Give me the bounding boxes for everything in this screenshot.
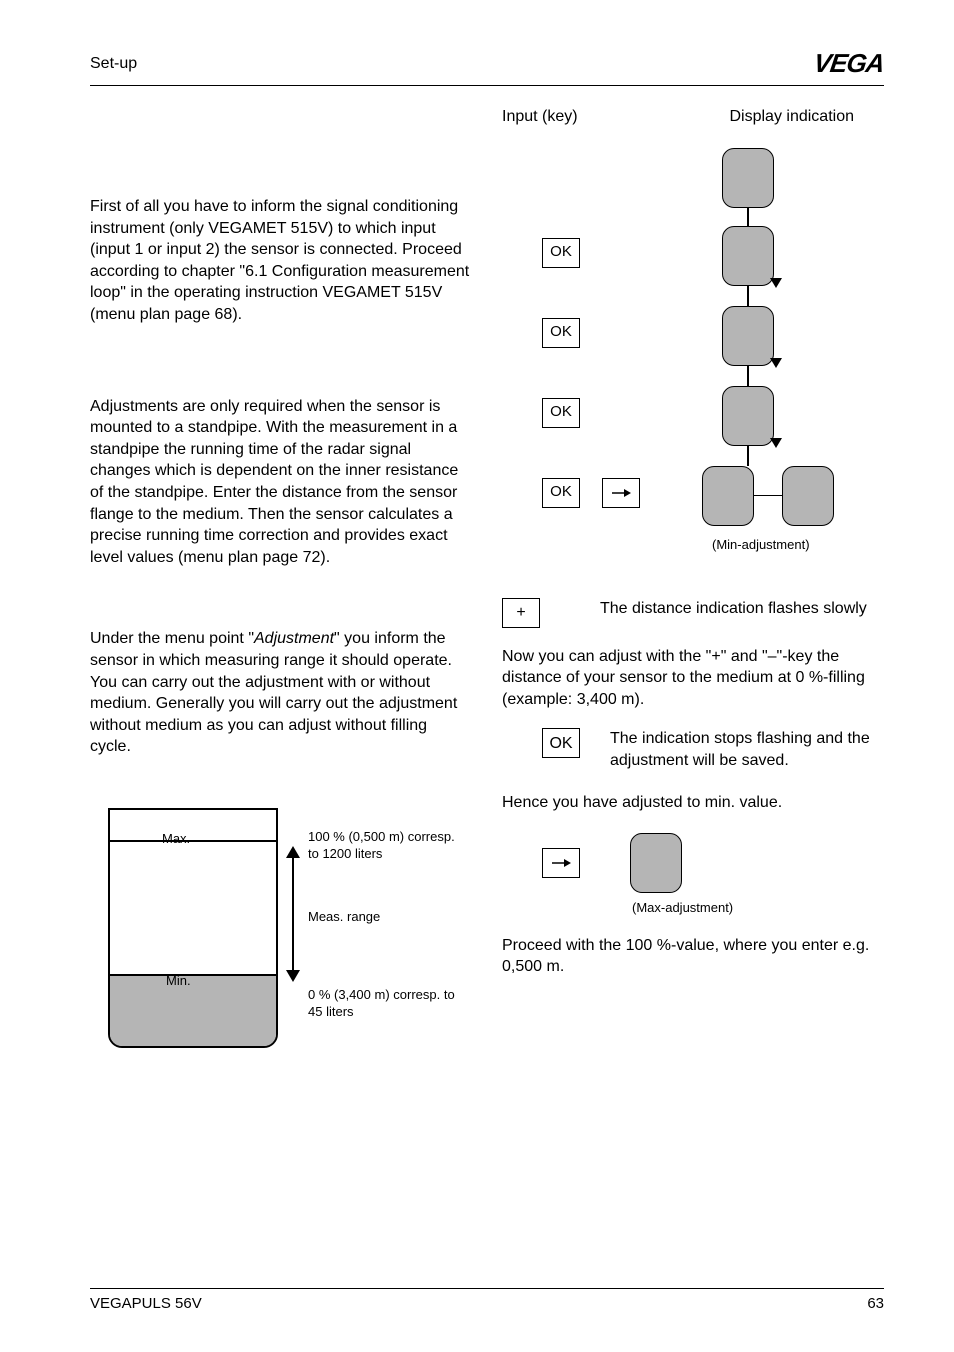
ok-key-4: OK xyxy=(542,478,580,508)
tank-fill xyxy=(110,976,276,1046)
down-arrow-icon-2 xyxy=(770,358,782,368)
left-column: First of all you have to inform the sign… xyxy=(90,106,472,1078)
ok-key-2: OK xyxy=(542,318,580,348)
down-arrow-icon-3 xyxy=(770,438,782,448)
display-box-3 xyxy=(722,306,774,366)
arrow-up-icon xyxy=(286,846,300,858)
tank-max-text: 100 % (0,500 m) corresp. to 1200 liters xyxy=(308,828,458,863)
meas-range-label: Meas. range xyxy=(308,908,380,926)
tank-max-label: Max. xyxy=(162,830,190,848)
plus-key: + xyxy=(502,598,540,628)
ok-key-save: OK xyxy=(542,728,580,758)
key-display-diagram: OK OK OK OK xyxy=(502,148,884,588)
tank-outline xyxy=(108,808,278,1048)
plus-key-row: + The distance indication flashes slowly xyxy=(502,598,884,628)
down-arrow-icon-1 xyxy=(770,278,782,288)
ok-key-1: OK xyxy=(542,238,580,268)
ok-save-text: The indication stops flashing and the ad… xyxy=(610,728,884,771)
standpipe-paragraph: Adjustments are only required when the s… xyxy=(90,396,472,569)
adjust-distance-paragraph: Now you can adjust with the "+" and "–"-… xyxy=(502,646,884,711)
tank-min-line xyxy=(110,974,276,976)
tank-diagram: Max. Min. 100 % (0,500 m) corresp. to 12… xyxy=(90,798,450,1078)
display-box-4 xyxy=(722,386,774,446)
tank-min-text: 0 % (3,400 m) corresp. to 45 liters xyxy=(308,986,458,1021)
arrow-right-key xyxy=(602,478,640,508)
footer-page: 63 xyxy=(867,1295,884,1312)
page-header: Set-up VEGA xyxy=(90,48,884,86)
tank-max-line xyxy=(110,840,276,842)
footer-doc: VEGAPULS 56V xyxy=(90,1295,202,1312)
min-adjustment-label: (Min-adjustment) xyxy=(712,536,810,554)
section-title: Set-up xyxy=(90,55,137,73)
vega-logo: VEGA xyxy=(812,48,886,79)
max-adjustment-label: (Max-adjustment) xyxy=(632,899,884,917)
display-box-2 xyxy=(722,226,774,286)
min-adjusted-paragraph: Hence you have adjusted to min. value. xyxy=(502,792,884,814)
right-column: Input (key) Display indication OK OK OK … xyxy=(502,106,884,1078)
intro-paragraph: First of all you have to inform the sign… xyxy=(90,196,472,326)
input-key-label: Input (key) xyxy=(502,106,578,128)
meas-range-arrow xyxy=(292,856,294,974)
display-box-1 xyxy=(722,148,774,208)
adjustment-paragraph: Under the menu point "Adjustment" you in… xyxy=(90,628,472,758)
ok-save-row: OK The indication stops flashing and the… xyxy=(502,728,884,771)
display-box-5b xyxy=(782,466,834,526)
display-box-5a xyxy=(702,466,754,526)
diagram-header: Input (key) Display indication xyxy=(502,106,884,128)
display-indication-label: Display indication xyxy=(729,106,854,128)
ok-key-3: OK xyxy=(542,398,580,428)
arrow-right-key-2 xyxy=(542,848,580,878)
tank-min-label: Min. xyxy=(166,972,191,990)
arrow-down-icon xyxy=(286,970,300,982)
proceed-100-paragraph: Proceed with the 100 %-value, where you … xyxy=(502,935,884,978)
display-box-max xyxy=(630,833,682,893)
page-footer: VEGAPULS 56V 63 xyxy=(90,1288,884,1312)
plus-key-text: The distance indication flashes slowly xyxy=(600,598,867,620)
max-arrow-row xyxy=(502,833,884,893)
